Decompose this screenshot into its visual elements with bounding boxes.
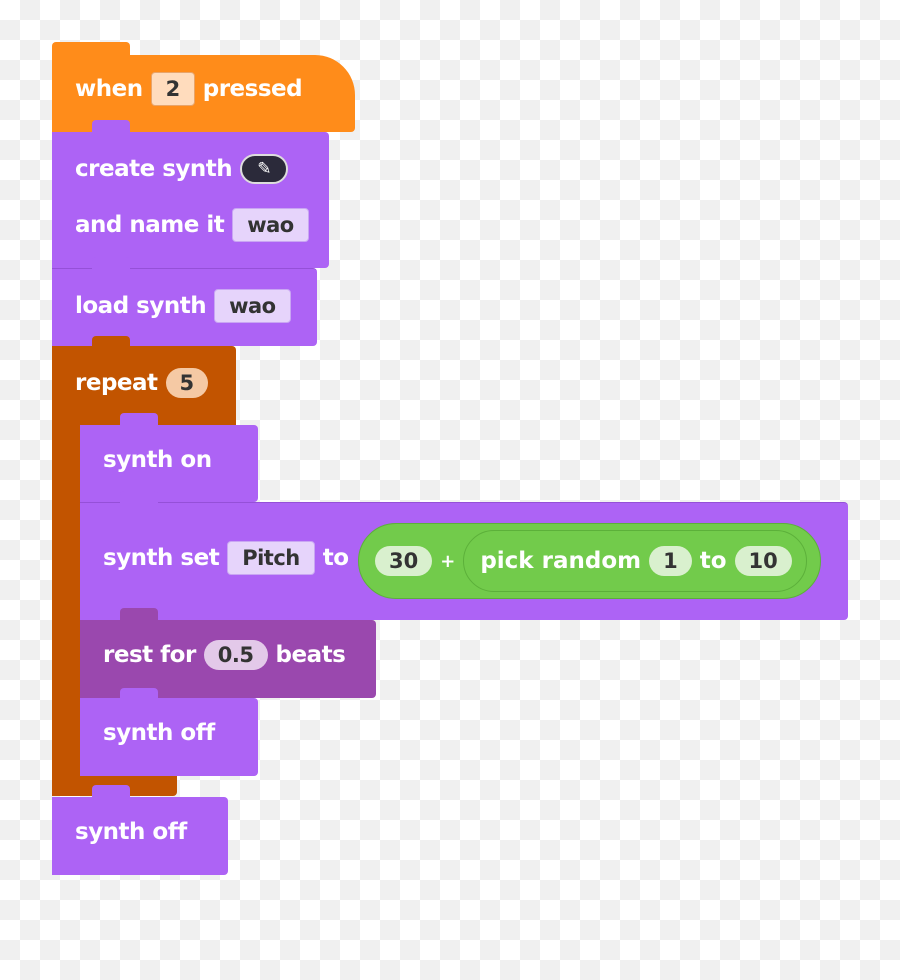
rest-block[interactable]: rest for 0.5 beats: [80, 608, 376, 698]
to-label: to: [322, 545, 349, 571]
addend-field[interactable]: 30: [375, 546, 433, 576]
add-operator-block[interactable]: 30 + pick random 1 to 10: [358, 523, 821, 599]
synth-on-block[interactable]: synth on: [80, 413, 258, 502]
random-max-field[interactable]: 10: [734, 546, 792, 576]
synth-set-label: synth set: [103, 545, 220, 571]
beats-field[interactable]: 0.5: [203, 640, 268, 670]
create-synth-label: create synth: [75, 156, 233, 182]
load-synth-name-field[interactable]: wao: [214, 289, 291, 323]
rest-for-label: rest for: [103, 642, 196, 668]
synth-off-inner-label: synth off: [103, 720, 215, 746]
load-synth-block[interactable]: load synth wao: [52, 257, 317, 346]
synth-on-label: synth on: [103, 447, 212, 473]
load-synth-label: load synth: [75, 293, 207, 319]
synth-off-inner-block[interactable]: synth off: [80, 688, 258, 776]
pick-random-block[interactable]: pick random 1 to 10: [463, 530, 807, 592]
pressed-label: pressed: [202, 76, 303, 102]
synth-off-outer-block[interactable]: synth off: [52, 785, 228, 875]
synth-set-block[interactable]: synth set Pitch to 30 + pick random 1 to…: [80, 491, 848, 620]
pick-random-label: pick random: [480, 548, 642, 574]
random-to-label: to: [699, 548, 727, 574]
random-min-field[interactable]: 1: [649, 546, 692, 576]
pencil-icon[interactable]: ✎: [240, 154, 289, 184]
plus-label: +: [440, 550, 456, 572]
key-field[interactable]: 2: [150, 72, 195, 106]
synth-off-outer-label: synth off: [75, 819, 187, 845]
repeat-label: repeat: [75, 370, 158, 396]
repeat-arm: [52, 424, 80, 796]
create-synth-block[interactable]: create synth ✎ and name it wao: [52, 120, 329, 268]
name-it-label: and name it: [75, 212, 225, 238]
synth-name-field[interactable]: wao: [232, 208, 309, 242]
beats-label: beats: [275, 642, 346, 668]
when-label: when: [75, 76, 143, 102]
param-dropdown[interactable]: Pitch: [227, 541, 315, 575]
repeat-count-field[interactable]: 5: [165, 368, 208, 398]
